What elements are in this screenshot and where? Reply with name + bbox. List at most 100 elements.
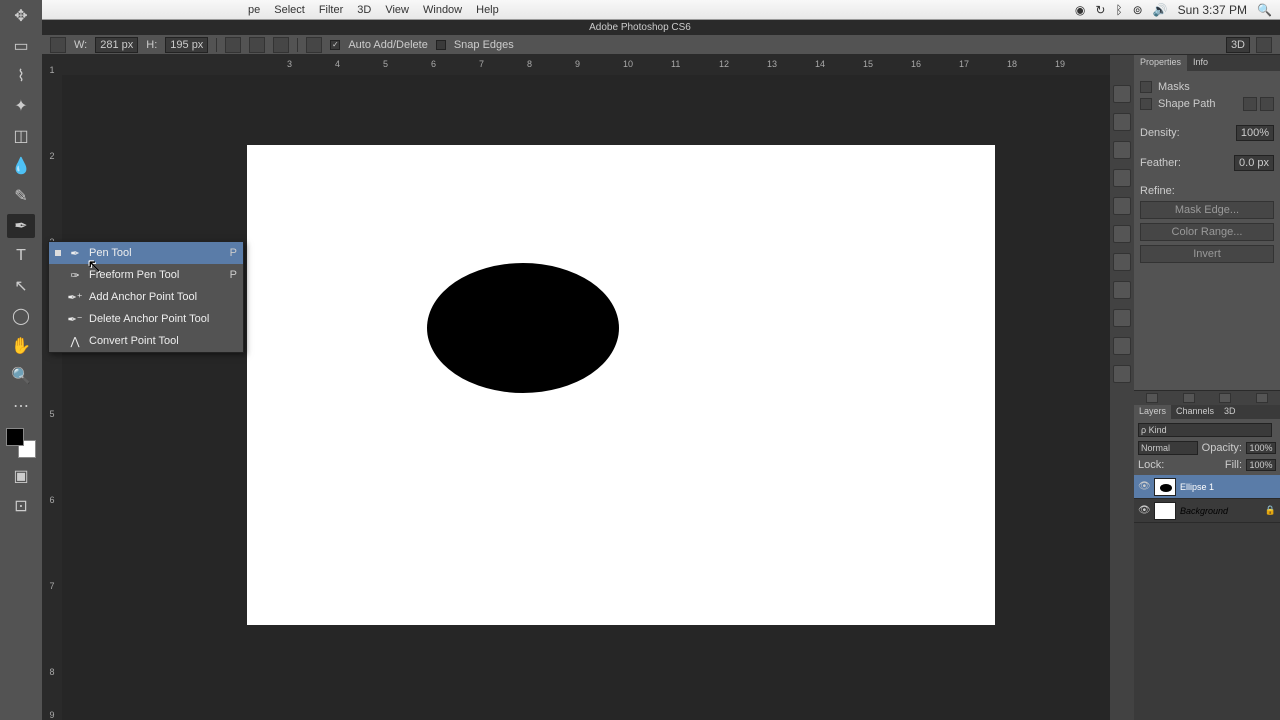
ruler-tick: 3 [287, 59, 292, 69]
paragraph-icon[interactable] [1113, 225, 1131, 243]
ruler-tick: 17 [959, 59, 969, 69]
ruler-horizontal[interactable]: 3 4 5 6 7 8 9 10 11 12 13 14 15 16 17 18… [62, 55, 1134, 75]
mask-btn-2[interactable] [1260, 97, 1274, 111]
feather-value[interactable]: 0.0 px [1234, 155, 1274, 171]
tab-properties[interactable]: Properties [1134, 55, 1187, 71]
menu-filter[interactable]: Filter [319, 4, 343, 16]
clock[interactable]: Sun 3:37 PM [1178, 3, 1247, 17]
height-field[interactable]: 195 px [165, 37, 208, 53]
move-tool[interactable]: ✥ [7, 4, 35, 28]
spotlight-icon[interactable]: 🔍 [1257, 3, 1272, 17]
mask-icon[interactable] [1140, 81, 1152, 93]
invert-button[interactable]: Invert [1140, 245, 1274, 263]
tab-layers[interactable]: Layers [1134, 405, 1171, 419]
align-btn-1[interactable] [225, 37, 241, 53]
width-field[interactable]: 281 px [95, 37, 138, 53]
layer-ellipse[interactable]: 👁 Ellipse 1 [1134, 475, 1280, 499]
history-icon[interactable] [1113, 85, 1131, 103]
character-icon[interactable] [1113, 197, 1131, 215]
lasso-tool[interactable]: ⌇ [7, 64, 35, 88]
edit-toolbar[interactable]: ⋯ [7, 394, 35, 418]
flyout-convert-point-tool[interactable]: ⋀ Convert Point Tool [49, 330, 243, 352]
status-icon[interactable]: ◉ [1075, 3, 1085, 17]
panel-icon[interactable] [1146, 393, 1158, 403]
ruler-tick: 10 [623, 59, 633, 69]
path-select-tool[interactable]: ↖ [7, 274, 35, 298]
quickmask-tool[interactable]: ▣ [7, 464, 35, 488]
layer-name[interactable]: Background [1180, 506, 1228, 516]
workspace[interactable] [62, 75, 1110, 720]
marquee-tool[interactable]: ▭ [7, 34, 35, 58]
ruler-vertical[interactable]: 1 2 3 4 5 6 7 8 9 [42, 55, 62, 720]
color-icon[interactable] [1113, 113, 1131, 131]
menu-view[interactable]: View [385, 4, 409, 16]
flyout-pen-tool[interactable]: ✒ Pen Tool P [49, 242, 243, 264]
styles-icon[interactable] [1113, 253, 1131, 271]
snap-edges-checkbox[interactable] [436, 40, 446, 50]
tab-channels[interactable]: Channels [1171, 405, 1219, 419]
bluetooth-icon[interactable]: ᛒ [1115, 3, 1122, 17]
toolbar: ✥ ▭ ⌇ ✦ ◫ 💧 ✎ ✒ T ↖ ◯ ✋ 🔍 ⋯ ▣ ⊡ [0, 0, 42, 720]
panel-menu-icon[interactable] [1256, 37, 1272, 53]
auto-add-delete-label: Auto Add/Delete [348, 39, 428, 51]
type-tool[interactable]: T [7, 244, 35, 268]
eyedropper-tool[interactable]: 💧 [7, 154, 35, 178]
swatches-icon[interactable] [1113, 141, 1131, 159]
mask-edge-button[interactable]: Mask Edge... [1140, 201, 1274, 219]
sync-icon[interactable]: ↻ [1095, 3, 1105, 17]
brush-tool[interactable]: ✎ [7, 184, 35, 208]
timeline-icon[interactable] [1113, 365, 1131, 383]
mask-btn-1[interactable] [1243, 97, 1257, 111]
panel-icon[interactable] [1256, 393, 1268, 403]
flyout-freeform-pen-tool[interactable]: ✑ Freeform Pen Tool P [49, 264, 243, 286]
menu-help[interactable]: Help [476, 4, 499, 16]
panel-icon[interactable] [1219, 393, 1231, 403]
color-range-button[interactable]: Color Range... [1140, 223, 1274, 241]
brush-icon[interactable] [1113, 169, 1131, 187]
visibility-icon[interactable]: 👁 [1138, 481, 1150, 492]
align-btn-3[interactable] [273, 37, 289, 53]
screenmode-tool[interactable]: ⊡ [7, 494, 35, 518]
panel-icon[interactable] [1183, 393, 1195, 403]
shape-path-icon[interactable] [1140, 98, 1152, 110]
flyout-add-anchor-tool[interactable]: ✒⁺ Add Anchor Point Tool [49, 286, 243, 308]
opacity-value[interactable]: 100% [1246, 442, 1276, 454]
menu-3d[interactable]: 3D [357, 4, 371, 16]
zoom-tool[interactable]: 🔍 [7, 364, 35, 388]
shape-dropdown[interactable] [50, 37, 66, 53]
ellipse-shape[interactable] [427, 263, 619, 393]
pen-icon: ✒ [67, 247, 83, 260]
color-swatches[interactable] [6, 428, 36, 458]
hand-tool[interactable]: ✋ [7, 334, 35, 358]
volume-icon[interactable]: 🔊 [1153, 3, 1168, 17]
foreground-color[interactable] [6, 428, 24, 446]
layer-filter-kind[interactable]: ρ Kind [1138, 423, 1272, 437]
auto-add-delete-checkbox[interactable] [330, 40, 340, 50]
fill-value[interactable]: 100% [1246, 459, 1276, 471]
crop-tool[interactable]: ◫ [7, 124, 35, 148]
menu-window[interactable]: Window [423, 4, 462, 16]
density-value[interactable]: 100% [1236, 125, 1274, 141]
menu-select[interactable]: Select [274, 4, 305, 16]
gear-icon[interactable] [306, 37, 322, 53]
tab-3d[interactable]: 3D [1219, 405, 1241, 419]
layer-thumbnail[interactable] [1154, 478, 1176, 496]
shape-tool[interactable]: ◯ [7, 304, 35, 328]
visibility-icon[interactable]: 👁 [1138, 505, 1150, 516]
flyout-delete-anchor-tool[interactable]: ✒⁻ Delete Anchor Point Tool [49, 308, 243, 330]
wand-tool[interactable]: ✦ [7, 94, 35, 118]
pen-tool[interactable]: ✒ [7, 214, 35, 238]
wifi-icon[interactable]: ⊚ [1133, 3, 1143, 17]
play-icon[interactable] [1113, 309, 1131, 327]
align-btn-2[interactable] [249, 37, 265, 53]
comments-icon[interactable] [1113, 337, 1131, 355]
layer-thumbnail[interactable] [1154, 502, 1176, 520]
actions-icon[interactable] [1113, 281, 1131, 299]
pen-tool-flyout: ✒ Pen Tool P ✑ Freeform Pen Tool P ✒⁺ Ad… [48, 241, 244, 353]
layer-background[interactable]: 👁 Background 🔒 [1134, 499, 1280, 523]
layer-name[interactable]: Ellipse 1 [1180, 482, 1214, 492]
tab-info[interactable]: Info [1187, 55, 1214, 71]
workspace-3d[interactable]: 3D [1226, 37, 1250, 53]
blend-mode-select[interactable]: Normal [1138, 441, 1198, 455]
canvas[interactable] [247, 145, 995, 625]
